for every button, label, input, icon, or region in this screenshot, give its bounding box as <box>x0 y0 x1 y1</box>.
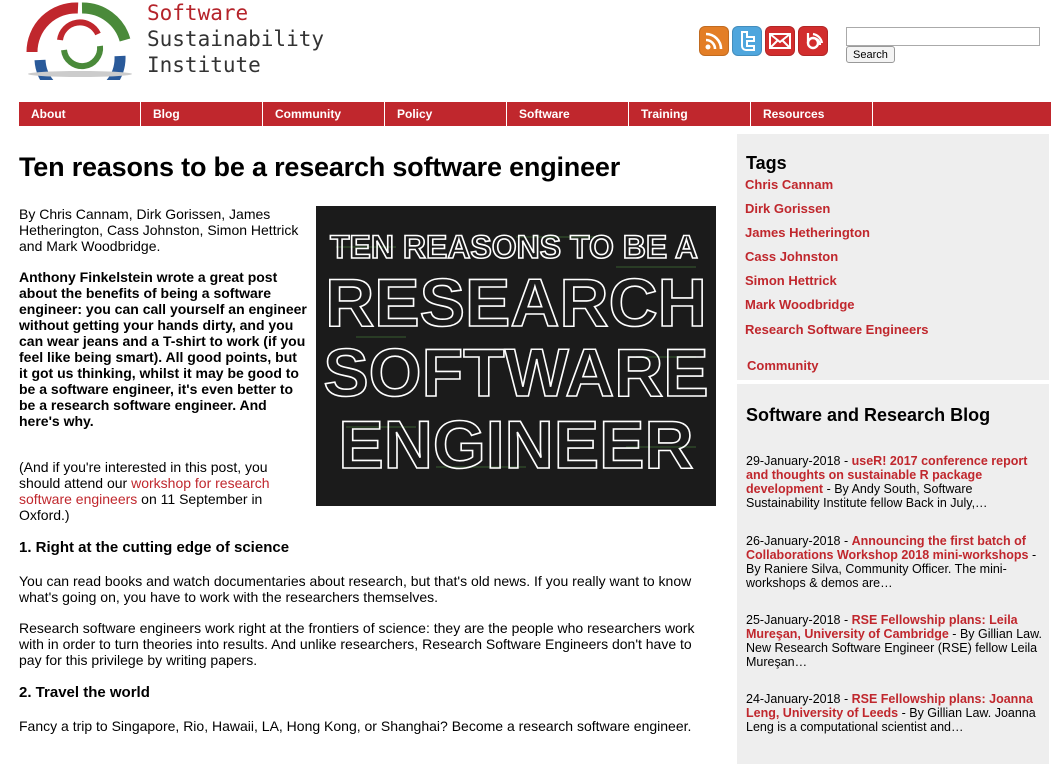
nav-training[interactable]: Training <box>629 102 751 126</box>
tag-link[interactable]: Simon Hettrick <box>745 273 837 288</box>
blog-post: 25-January-2018 - RSE Fellowship plans: … <box>746 613 1046 669</box>
logo-mark-icon <box>26 2 132 80</box>
section1-paragraph1: You can read books and watch documentari… <box>19 573 692 605</box>
post-excerpt: By Raniere Silva, Community Officer. The… <box>746 562 1007 590</box>
nav-software[interactable]: Software <box>507 102 629 126</box>
tag-link[interactable]: Chris Cannam <box>745 177 833 192</box>
post-date: 25-January-2018 - <box>746 613 852 627</box>
blog-heading: Software and Research Blog <box>746 405 991 425</box>
community-link[interactable]: Community <box>747 358 819 373</box>
post-separator: - <box>898 706 910 720</box>
nav-resources[interactable]: Resources <box>751 102 873 126</box>
email-icon[interactable] <box>765 26 795 56</box>
post-date: 24-January-2018 - <box>746 692 852 706</box>
tag-link[interactable]: Dirk Gorissen <box>745 201 830 216</box>
nav-community[interactable]: Community <box>263 102 385 126</box>
article-aside: (And if you're interested in this post, … <box>19 459 309 523</box>
tag-link[interactable]: Mark Woodbridge <box>745 297 855 312</box>
rss-icon[interactable] <box>699 26 729 56</box>
hero-line2: RESEARCH <box>325 265 707 341</box>
search-button[interactable]: Search <box>846 46 895 63</box>
site-name-line3: Institute <box>147 53 261 77</box>
blog-panel: Software and Research Blog 29-January-20… <box>737 384 1049 764</box>
site-name-line2: Sustainability <box>147 27 325 51</box>
blog-post: 29-January-2018 - useR! 2017 conference … <box>746 454 1046 510</box>
site-name-line1: Software <box>147 1 249 25</box>
tags-panel: Tags Chris Cannam Dirk Gorissen James He… <box>737 134 1049 380</box>
page-title: Ten reasons to be a research software en… <box>19 152 621 182</box>
tag-link[interactable]: Cass Johnston <box>745 249 838 264</box>
twitter-icon[interactable] <box>732 26 762 56</box>
blog-post: 26-January-2018 - Announcing the first b… <box>746 534 1046 590</box>
social-links <box>699 26 828 56</box>
search-input[interactable] <box>846 27 1040 46</box>
blog-post: 24-January-2018 - RSE Fellowship plans: … <box>746 692 1046 734</box>
section2-paragraph1: Fancy a trip to Singapore, Rio, Hawaii, … <box>19 718 692 734</box>
post-separator: - <box>823 482 835 496</box>
nav-policy[interactable]: Policy <box>385 102 507 126</box>
post-date: 29-January-2018 - <box>746 454 852 468</box>
site-name: Software Sustainability Institute <box>147 0 324 78</box>
hero-line4: ENGINEER <box>338 407 693 483</box>
post-separator: - <box>948 627 960 641</box>
tags-heading: Tags <box>746 153 787 173</box>
hero-line1: TEN REASONS TO BE A <box>330 229 698 265</box>
nav-blog[interactable]: Blog <box>141 102 263 126</box>
hero-image: TEN REASONS TO BE A RESEARCH SOFTWARE EN… <box>316 206 716 506</box>
hero-graphic: TEN REASONS TO BE A RESEARCH SOFTWARE EN… <box>316 206 716 506</box>
section1-paragraph2: Research software engineers work right a… <box>19 620 695 668</box>
tag-link[interactable]: James Hetherington <box>745 225 870 240</box>
article-byline: By Chris Cannam, Dirk Gorissen, James He… <box>19 206 299 254</box>
site-logo[interactable]: Software Sustainability Institute <box>20 0 340 82</box>
blog-icon[interactable] <box>798 26 828 56</box>
tag-link[interactable]: Research Software Engineers <box>745 322 929 337</box>
article-intro: Anthony Finkelstein wrote a great post a… <box>19 269 307 429</box>
section1-heading: 1. Right at the cutting edge of science <box>19 539 290 556</box>
hero-line3: SOFTWARE <box>323 335 708 411</box>
main-nav: About Blog Community Policy Software Tra… <box>19 102 1051 126</box>
nav-about[interactable]: About <box>19 102 141 126</box>
section2-heading: 2. Travel the world <box>19 684 150 701</box>
post-date: 26-January-2018 - <box>746 534 852 548</box>
post-separator: - <box>1028 548 1037 562</box>
